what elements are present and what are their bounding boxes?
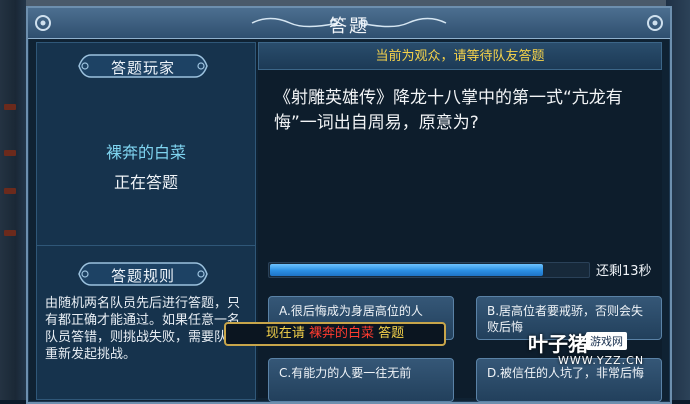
banner-prefix: 现在请 <box>265 326 309 341</box>
background-stripe <box>4 230 16 236</box>
dialog-title-bar: 答题 <box>28 8 670 39</box>
question-text: 《射雕英雄传》降龙十八掌中的第一式“亢龙有悔”一词出自周易，原意为? <box>274 88 623 133</box>
spectator-notice: 当前为观众，请等待队友答题 <box>258 42 662 70</box>
player-header-label: 答题玩家 <box>110 59 175 77</box>
timer-progress-fill <box>270 264 543 276</box>
rules-section-header: 答题规则 <box>77 261 209 287</box>
background-left-strip <box>0 0 26 400</box>
panel-divider <box>37 245 255 246</box>
time-remaining: 还剩13秒 <box>596 264 652 279</box>
rules-text: 由随机两名队员先后进行答题，只有都正确才能通过。如果任意一名队员答错，则挑战失败… <box>45 296 241 362</box>
watermark-title: 叶子猪 <box>528 332 588 356</box>
watermark-url: WWW.YZZ.CN <box>558 354 645 367</box>
timer-progress-bar <box>268 262 590 278</box>
background-stripe <box>4 150 16 156</box>
site-watermark: 叶子猪 游戏网 WWW.YZZ.CN <box>528 328 652 372</box>
watermark-tag: 游戏网 <box>586 332 627 350</box>
banner-suffix: 答题 <box>374 326 405 341</box>
current-player-banner: 现在请 裸奔的白菜 答题 <box>224 322 446 346</box>
player-section-header: 答题玩家 <box>77 53 209 79</box>
background-stripe <box>4 104 16 110</box>
banner-player-name: 裸奔的白菜 <box>308 326 374 341</box>
rules-header-label: 答题规则 <box>110 267 175 285</box>
answer-option-c[interactable]: C.有能力的人要一往无前 <box>268 358 454 402</box>
background-stripe <box>4 188 16 194</box>
player-status: 正在答题 <box>113 173 178 192</box>
left-panel: 答题玩家 裸奔的白菜 正在答题 答题规则 由随机两名队员先后进行答题，只有都正确… <box>36 42 256 400</box>
dialog-title: 答题 <box>329 16 369 37</box>
player-name: 裸奔的白菜 <box>105 143 186 162</box>
